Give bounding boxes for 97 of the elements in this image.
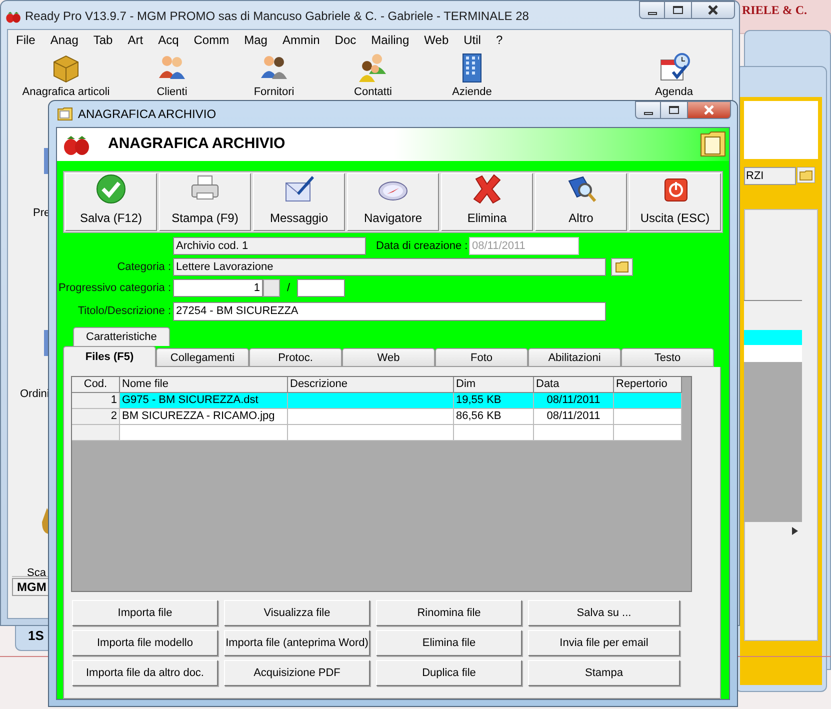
people-icon bbox=[357, 52, 389, 84]
action-button[interactable]: Importa file bbox=[72, 600, 218, 626]
tab[interactable]: Collegamenti bbox=[156, 348, 249, 367]
field-label: Titolo/Descrizione : bbox=[76, 304, 172, 320]
folder-icon bbox=[797, 167, 815, 183]
table-row bbox=[744, 330, 802, 345]
toolbar-label[interactable]: Ordini bbox=[20, 388, 50, 401]
minimize-button[interactable] bbox=[635, 101, 661, 119]
company-name: RIELE & C. bbox=[742, 2, 808, 19]
toolbar-label[interactable]: Clienti bbox=[156, 86, 188, 99]
strawberry-icon bbox=[62, 134, 90, 154]
input-field[interactable]: RZI bbox=[744, 167, 796, 185]
column-header[interactable]: Data bbox=[534, 377, 614, 393]
menu-item[interactable]: Util bbox=[464, 31, 481, 49]
column-header[interactable]: Cod. bbox=[72, 377, 120, 393]
field-label: Data di creazione : bbox=[376, 238, 469, 254]
tab[interactable]: Testo bbox=[621, 348, 714, 367]
folder-icon bbox=[57, 107, 73, 121]
minimize-button[interactable] bbox=[639, 1, 665, 19]
toolbar-label[interactable]: Contatti bbox=[354, 86, 392, 99]
action-button[interactable]: Importa file (anteprima Word) bbox=[224, 630, 370, 656]
maximize-icon bbox=[669, 106, 679, 114]
window-text: 1S bbox=[28, 627, 44, 645]
toolbar-label[interactable]: Aziende bbox=[452, 86, 492, 99]
input-field[interactable]: Lettere Lavorazione bbox=[173, 258, 606, 276]
window-title: Ready Pro V13.9.7 - MGM PROMO sas di Mancuso Gabriele & C. - Gabriele - TERMINALE 28 bbox=[25, 8, 529, 25]
menu-item[interactable]: Doc bbox=[334, 31, 356, 49]
window-title: ANAGRAFICA ARCHIVIO bbox=[78, 106, 216, 123]
menu-item[interactable]: File bbox=[16, 31, 36, 49]
minimize-icon bbox=[648, 12, 656, 14]
maximize-button[interactable] bbox=[665, 1, 691, 19]
input-field[interactable]: 27254 - BM SICUREZZA bbox=[173, 302, 606, 321]
toolbar-label[interactable]: Agenda bbox=[655, 86, 693, 99]
tab[interactable]: Caratteristiche bbox=[73, 327, 170, 346]
cross-icon bbox=[471, 173, 503, 205]
menu-item[interactable]: Tab bbox=[93, 31, 113, 49]
close-icon bbox=[703, 105, 715, 115]
action-button[interactable]: Salva su ... bbox=[528, 600, 680, 626]
input-field[interactable]: 1 bbox=[173, 279, 263, 297]
action-button[interactable]: Importa file da altro doc. bbox=[72, 660, 218, 686]
menu-item[interactable]: Mailing bbox=[371, 31, 410, 49]
menu-item[interactable]: Ammin bbox=[282, 31, 320, 49]
folder-icon bbox=[699, 130, 727, 158]
tab[interactable]: Foto bbox=[435, 348, 528, 367]
menu-item[interactable]: Art bbox=[128, 31, 144, 49]
tab[interactable]: Protoc. bbox=[249, 348, 342, 367]
maximize-button[interactable] bbox=[661, 101, 687, 119]
column-header[interactable]: Dim bbox=[454, 377, 534, 393]
tab[interactable]: Abilitazioni bbox=[528, 348, 621, 367]
menu-item[interactable]: Comm bbox=[194, 31, 230, 49]
action-button[interactable]: Visualizza file bbox=[224, 600, 370, 626]
input-field[interactable] bbox=[297, 279, 346, 297]
table-cell: 2 bbox=[72, 409, 120, 425]
action-button[interactable]: Importa file modello bbox=[72, 630, 218, 656]
toolbar-button[interactable]: Altro bbox=[535, 173, 627, 231]
tab[interactable]: Files (F5) bbox=[63, 346, 156, 367]
input-field[interactable]: Archivio cod. 1 bbox=[173, 237, 366, 255]
close-button[interactable] bbox=[691, 1, 735, 19]
close-icon bbox=[707, 5, 719, 15]
menu-item[interactable]: Acq bbox=[158, 31, 179, 49]
menu-item[interactable]: ? bbox=[496, 31, 503, 49]
action-button[interactable]: Acquisizione PDF bbox=[224, 660, 370, 686]
action-button[interactable]: Rinomina file bbox=[376, 600, 522, 626]
menu-item[interactable]: Web bbox=[424, 31, 449, 49]
toolbar-button[interactable]: Elimina bbox=[441, 173, 533, 231]
toolbar-button[interactable]: Stampa (F9) bbox=[159, 173, 251, 231]
maximize-icon bbox=[673, 6, 683, 14]
table-row bbox=[744, 345, 802, 362]
table-row[interactable]: 2 BM SICUREZZA - RICAMO.jpg 86,56 KB 08/11/2011 bbox=[72, 409, 682, 425]
action-button[interactable]: Invia file per email bbox=[528, 630, 680, 656]
column-header[interactable]: Repertorio bbox=[614, 377, 682, 393]
column-header[interactable]: Descrizione bbox=[288, 377, 454, 393]
toolbar-button[interactable]: Navigatore bbox=[347, 173, 439, 231]
action-button[interactable]: Elimina file bbox=[376, 630, 522, 656]
table-row[interactable]: 1 G975 - BM SICUREZZA.dst 19,55 KB 08/11/2011 bbox=[72, 393, 682, 409]
dialog-heading: ANAGRAFICA ARCHIVIO bbox=[108, 134, 286, 154]
field-label: Progressivo categoria : bbox=[58, 280, 172, 296]
toolbar-button[interactable]: Salva (F12) bbox=[65, 173, 157, 231]
menu-item[interactable]: Mag bbox=[244, 31, 268, 49]
scroll-arrow-icon bbox=[792, 527, 798, 535]
field-label: Categoria : bbox=[116, 260, 172, 275]
column-header[interactable]: Nome file bbox=[120, 377, 288, 393]
browse-button[interactable] bbox=[611, 258, 633, 276]
check-icon bbox=[95, 173, 127, 205]
table-cell: 1 bbox=[72, 393, 120, 409]
toolbar-button[interactable]: Messaggio bbox=[253, 173, 345, 231]
table-header bbox=[744, 300, 802, 330]
toolbar-label[interactable]: Fornitori bbox=[254, 86, 294, 99]
toolbar-button[interactable]: Uscita (ESC) bbox=[629, 173, 721, 231]
minimize-icon bbox=[644, 112, 652, 114]
separator-text: / bbox=[287, 280, 290, 296]
menu-item[interactable]: Anag bbox=[50, 31, 78, 49]
action-button[interactable]: Duplica file bbox=[376, 660, 522, 686]
toolbar-label[interactable]: Anagrafica articoli bbox=[22, 86, 110, 99]
tab[interactable]: Web bbox=[342, 348, 435, 367]
toolbar-label[interactable]: Sca bbox=[27, 567, 46, 580]
action-button[interactable]: Stampa bbox=[528, 660, 680, 686]
